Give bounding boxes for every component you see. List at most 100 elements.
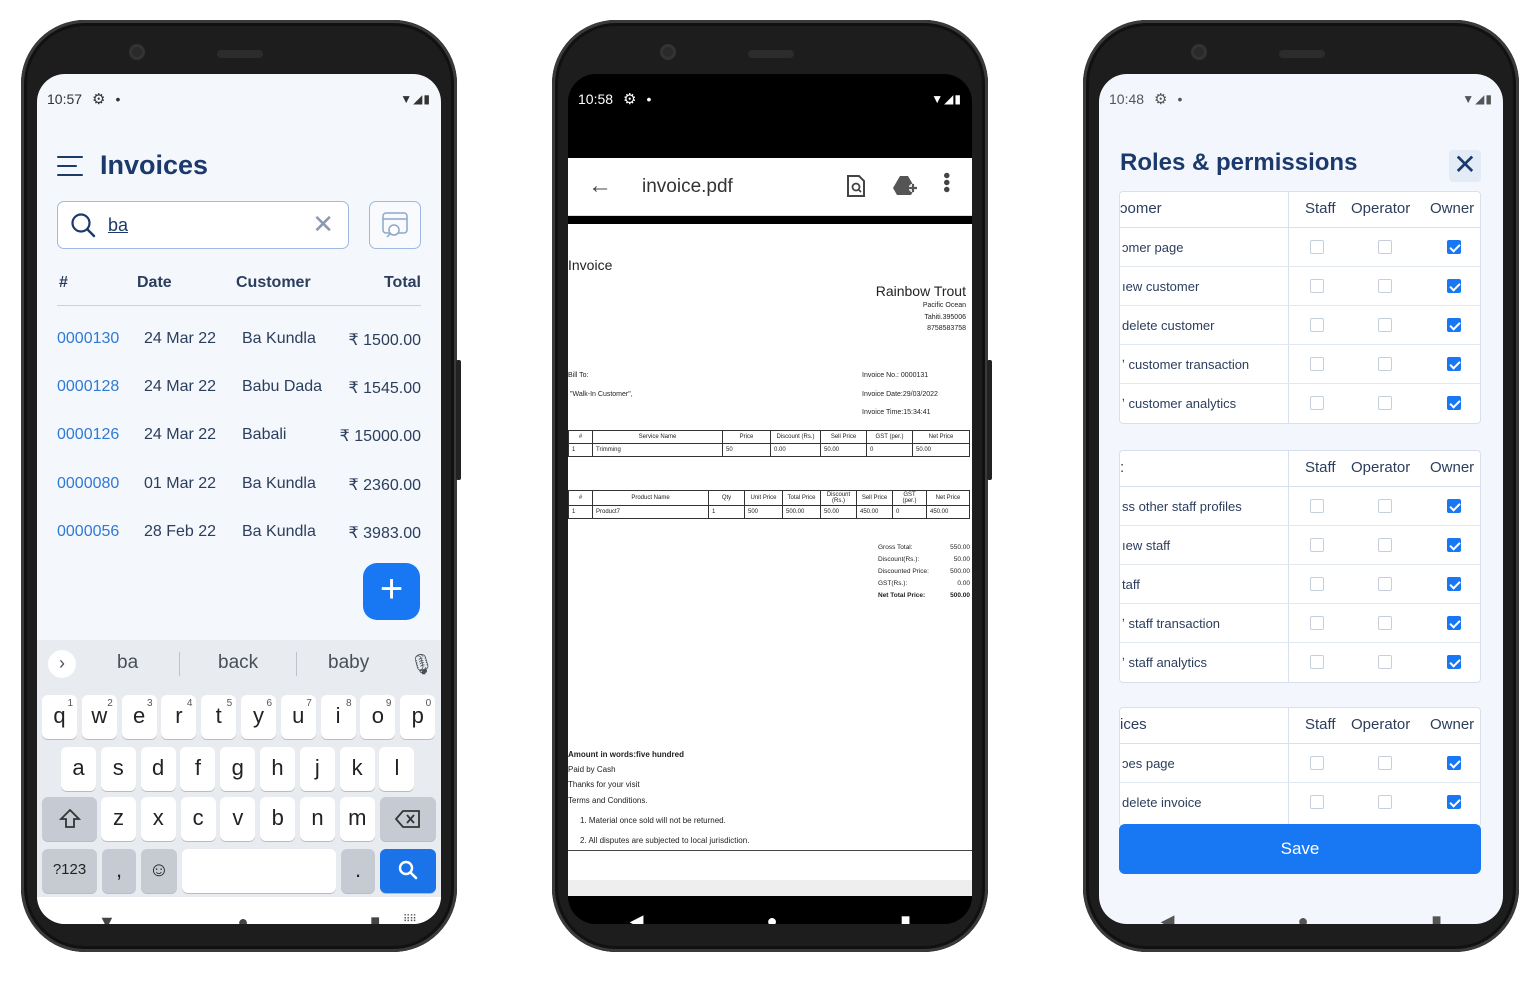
letter-key[interactable]: y6 <box>241 695 276 739</box>
letter-key[interactable]: g <box>220 747 256 791</box>
operator-checkbox[interactable] <box>1378 756 1392 770</box>
scan-button[interactable] <box>369 201 421 249</box>
microphone-icon[interactable]: 🎙 <box>409 652 434 677</box>
home-nav-icon[interactable]: ● <box>238 912 249 925</box>
operator-checkbox[interactable] <box>1378 577 1392 591</box>
back-nav-icon[interactable]: ◀ <box>630 911 644 925</box>
operator-checkbox[interactable] <box>1378 655 1392 669</box>
letter-key[interactable]: p0 <box>400 695 436 739</box>
letter-key[interactable]: u7 <box>280 695 316 739</box>
back-nav-icon[interactable]: ◀ <box>1161 911 1175 925</box>
staff-checkbox[interactable] <box>1310 616 1324 630</box>
letter-key[interactable]: r4 <box>161 695 197 739</box>
letter-key[interactable]: b <box>260 797 296 841</box>
invoice-number[interactable]: 0000056 <box>57 523 119 541</box>
find-in-page-icon[interactable] <box>846 174 866 198</box>
letter-key[interactable]: h <box>260 747 295 791</box>
comma-key[interactable]: , <box>102 849 136 893</box>
more-options-icon[interactable]: ••• <box>935 172 957 193</box>
owner-checkbox[interactable] <box>1447 396 1461 410</box>
search-key[interactable] <box>380 849 436 893</box>
letter-key[interactable]: o9 <box>360 695 396 739</box>
operator-checkbox[interactable] <box>1378 240 1392 254</box>
letter-key[interactable]: l <box>379 747 415 791</box>
staff-checkbox[interactable] <box>1310 318 1324 332</box>
add-invoice-button[interactable]: + <box>363 563 420 620</box>
owner-checkbox[interactable] <box>1447 616 1461 630</box>
letter-key[interactable]: f <box>180 747 216 791</box>
recents-nav-icon[interactable]: ■ <box>1432 912 1442 924</box>
letter-key[interactable]: c <box>180 797 216 841</box>
staff-checkbox[interactable] <box>1310 538 1324 552</box>
space-key[interactable] <box>182 849 336 893</box>
staff-checkbox[interactable] <box>1310 279 1324 293</box>
suggestion-item[interactable]: ba <box>117 652 138 674</box>
letter-key[interactable]: v <box>220 797 256 841</box>
home-nav-icon[interactable]: ● <box>1298 911 1309 925</box>
drive-add-icon[interactable] <box>892 174 918 198</box>
letter-key[interactable]: j <box>299 747 335 791</box>
letter-key[interactable]: d <box>140 747 176 791</box>
owner-checkbox[interactable] <box>1447 655 1461 669</box>
owner-checkbox[interactable] <box>1447 538 1461 552</box>
letter-key[interactable]: z <box>101 797 136 841</box>
staff-checkbox[interactable] <box>1310 577 1324 591</box>
owner-checkbox[interactable] <box>1447 577 1461 591</box>
back-nav-icon[interactable]: ▼ <box>98 912 116 925</box>
owner-checkbox[interactable] <box>1447 357 1461 371</box>
period-key[interactable]: . <box>341 849 375 893</box>
staff-checkbox[interactable] <box>1310 756 1324 770</box>
operator-checkbox[interactable] <box>1378 795 1392 809</box>
operator-checkbox[interactable] <box>1378 279 1392 293</box>
table-row[interactable]: 0000080 01 Mar 22 Ba Kundla ₹ 2360.00 <box>57 465 421 509</box>
operator-checkbox[interactable] <box>1378 499 1392 513</box>
table-row[interactable]: 0000128 24 Mar 22 Babu Dada ₹ 1545.00 <box>57 368 421 412</box>
operator-checkbox[interactable] <box>1378 616 1392 630</box>
operator-checkbox[interactable] <box>1378 396 1392 410</box>
letter-key[interactable]: q1 <box>42 695 77 739</box>
table-row[interactable]: 0000130 24 Mar 22 Ba Kundla ₹ 1500.00 <box>57 320 421 364</box>
keyboard-switch-icon[interactable]: ⠿⠿ <box>403 914 417 924</box>
staff-checkbox[interactable] <box>1310 795 1324 809</box>
recents-nav-icon[interactable]: ■ <box>370 913 380 924</box>
invoice-number[interactable]: 0000130 <box>57 330 119 348</box>
close-icon[interactable]: ✕ <box>1449 150 1481 182</box>
owner-checkbox[interactable] <box>1447 499 1461 513</box>
staff-checkbox[interactable] <box>1310 499 1324 513</box>
staff-checkbox[interactable] <box>1310 240 1324 254</box>
letter-key[interactable]: a <box>61 747 96 791</box>
letter-key[interactable]: i8 <box>320 695 356 739</box>
suggestion-item[interactable]: baby <box>328 652 369 674</box>
clear-icon[interactable]: ✕ <box>312 211 334 237</box>
invoice-number[interactable]: 0000080 <box>57 475 119 493</box>
staff-checkbox[interactable] <box>1310 655 1324 669</box>
letter-key[interactable]: e3 <box>121 695 157 739</box>
letter-key[interactable]: t5 <box>201 695 237 739</box>
home-nav-icon[interactable]: ● <box>767 911 778 925</box>
letter-key[interactable]: m <box>339 797 375 841</box>
suggestion-item[interactable]: back <box>218 652 258 674</box>
invoice-number[interactable]: 0000128 <box>57 378 119 396</box>
staff-checkbox[interactable] <box>1310 357 1324 371</box>
letter-key[interactable]: n <box>300 797 335 841</box>
table-row[interactable]: 0000126 24 Mar 22 Babali ₹ 15000.00 <box>57 416 421 460</box>
table-row[interactable]: 0000056 28 Feb 22 Ba Kundla ₹ 3983.00 <box>57 513 421 557</box>
letter-key[interactable]: w2 <box>81 695 117 739</box>
search-input[interactable]: ba ✕ <box>57 201 349 249</box>
backspace-key[interactable] <box>380 797 436 841</box>
staff-checkbox[interactable] <box>1310 396 1324 410</box>
letter-key[interactable]: x <box>140 797 176 841</box>
back-arrow-icon[interactable]: ← <box>588 172 612 200</box>
owner-checkbox[interactable] <box>1447 318 1461 332</box>
owner-checkbox[interactable] <box>1447 240 1461 254</box>
owner-checkbox[interactable] <box>1447 279 1461 293</box>
owner-checkbox[interactable] <box>1447 795 1461 809</box>
chevron-right-icon[interactable]: › <box>48 650 76 678</box>
shift-key[interactable] <box>42 797 97 841</box>
operator-checkbox[interactable] <box>1378 538 1392 552</box>
recents-nav-icon[interactable]: ■ <box>901 912 911 924</box>
letter-key[interactable]: k <box>339 747 375 791</box>
letter-key[interactable]: s <box>100 747 136 791</box>
invoice-number[interactable]: 0000126 <box>57 426 119 444</box>
operator-checkbox[interactable] <box>1378 357 1392 371</box>
